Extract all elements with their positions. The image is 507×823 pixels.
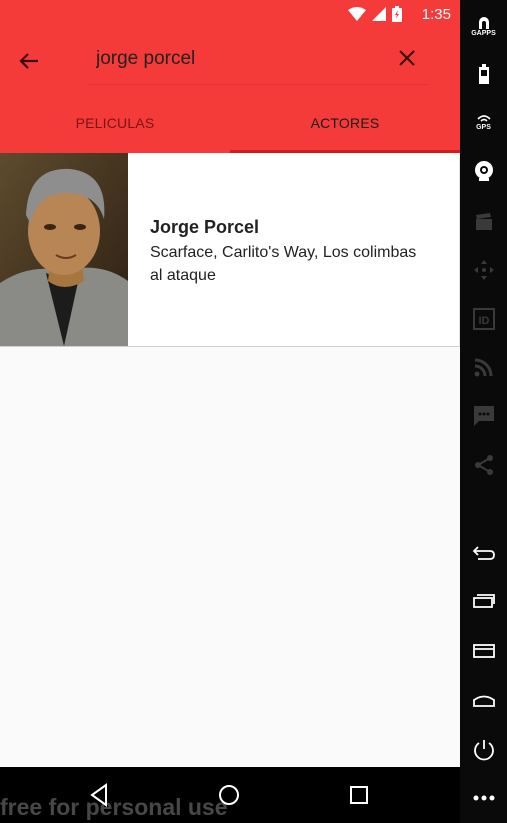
side-menu-button[interactable] bbox=[460, 636, 507, 666]
square-recents-icon bbox=[350, 786, 368, 804]
search-toolbar bbox=[0, 30, 460, 92]
status-time: 1:35 bbox=[421, 6, 451, 23]
dpad-button[interactable] bbox=[460, 255, 507, 285]
tab-peliculas-label: PELICULAS bbox=[75, 114, 155, 131]
gapps-button[interactable]: GAPPS bbox=[460, 12, 507, 40]
more-dots-icon bbox=[473, 795, 494, 801]
app-screen: 1:35 PELICULAS ACTORES bbox=[0, 0, 460, 767]
device-id-button[interactable]: ID bbox=[460, 304, 507, 334]
tab-bar: PELICULAS ACTORES bbox=[0, 92, 460, 153]
signal-icon bbox=[372, 7, 386, 21]
back-arrow-icon bbox=[472, 546, 495, 560]
more-button[interactable] bbox=[460, 786, 507, 810]
camera-button[interactable] bbox=[460, 156, 507, 186]
tab-actores[interactable]: ACTORES bbox=[230, 92, 460, 153]
home-icon bbox=[472, 695, 495, 707]
id-card-icon: ID bbox=[472, 308, 495, 330]
gps-signal-icon bbox=[476, 115, 491, 122]
actor-card[interactable]: Jorge Porcel Scarface, Carlito's Way, Lo… bbox=[0, 153, 460, 347]
side-back-button[interactable] bbox=[460, 538, 507, 568]
watermark-text: free for personal use bbox=[0, 794, 228, 820]
dpad-icon bbox=[473, 260, 494, 280]
battery-button[interactable] bbox=[460, 60, 507, 88]
wifi-icon bbox=[348, 7, 366, 21]
battery-icon bbox=[392, 6, 402, 22]
clapperboard-icon bbox=[475, 213, 492, 230]
tab-peliculas[interactable]: PELICULAS bbox=[0, 92, 230, 153]
power-button[interactable] bbox=[460, 734, 507, 766]
status-icons bbox=[348, 6, 402, 22]
arrow-back-icon bbox=[19, 53, 38, 69]
recents-icon bbox=[472, 594, 495, 608]
media-button[interactable] bbox=[460, 208, 507, 236]
gapps-label: GAPPS bbox=[471, 30, 496, 37]
menu-icon bbox=[472, 644, 495, 658]
share-button[interactable] bbox=[460, 450, 507, 480]
actor-name: Jorge Porcel bbox=[150, 217, 260, 237]
tab-actores-label: ACTORES bbox=[310, 114, 380, 131]
gapps-icon bbox=[478, 17, 489, 29]
share-icon bbox=[474, 455, 493, 475]
actor-avatar bbox=[0, 153, 128, 346]
battery-icon bbox=[478, 64, 489, 84]
message-icon bbox=[473, 406, 494, 426]
clear-search-button[interactable] bbox=[391, 42, 423, 74]
emulator-sidebar: GAPPS GPS ID bbox=[460, 0, 507, 823]
svg-text:ID: ID bbox=[478, 315, 489, 327]
network-button[interactable] bbox=[460, 352, 507, 382]
webcam-icon bbox=[474, 161, 493, 181]
power-icon bbox=[473, 740, 494, 761]
nav-recents-button[interactable] bbox=[345, 781, 373, 809]
actor-movies: Scarface, Carlito's Way, Los colimbas al… bbox=[150, 244, 417, 284]
status-bar: 1:35 bbox=[0, 0, 460, 30]
close-icon bbox=[399, 50, 415, 66]
sms-button[interactable] bbox=[460, 401, 507, 431]
rss-icon bbox=[474, 358, 492, 377]
gps-button[interactable]: GPS bbox=[460, 108, 507, 136]
gps-label: GPS bbox=[476, 124, 491, 131]
search-underline bbox=[88, 84, 428, 85]
side-home-button[interactable] bbox=[460, 685, 507, 715]
side-recents-button[interactable] bbox=[460, 586, 507, 616]
back-button[interactable] bbox=[12, 44, 46, 78]
search-input[interactable] bbox=[88, 40, 404, 78]
